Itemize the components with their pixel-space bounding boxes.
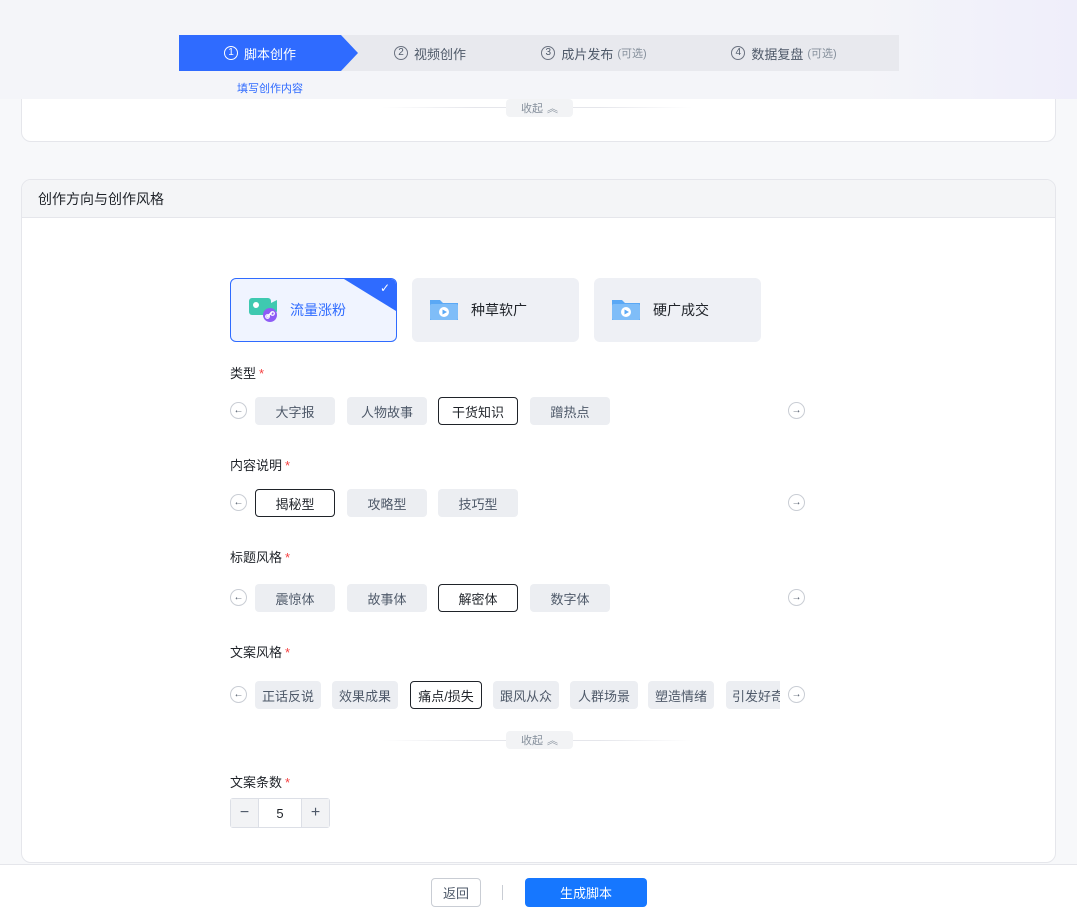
folder-play-icon xyxy=(429,296,459,325)
step-number: 1 xyxy=(223,46,238,60)
copy-style-chip[interactable]: 塑造情绪 xyxy=(648,681,714,709)
arrow-left-icon[interactable]: ← xyxy=(230,494,247,511)
steps-bar: 1 脚本创作 2 视频创作 3 成片发布 (可选) 4 数据复盘 (可选) xyxy=(179,35,899,71)
arrow-left-icon[interactable]: ← xyxy=(230,402,247,419)
copy-style-chip[interactable]: 引发好奇 xyxy=(726,681,780,709)
back-button[interactable]: 返回 xyxy=(431,878,481,907)
step-optional: (可选) xyxy=(807,48,837,60)
chevron-up-icon: ︽ xyxy=(547,103,558,115)
copy-count-label: 文案条数 * xyxy=(230,775,291,790)
step-label: 数据复盘 xyxy=(751,46,804,62)
direction-traffic-card[interactable]: 流量涨粉 ✓ xyxy=(230,278,397,342)
collapse-button[interactable]: 收起 ︽ xyxy=(506,99,573,117)
folder-play-icon xyxy=(611,296,641,325)
copy-style-chip[interactable]: 跟风从众 xyxy=(493,681,559,709)
content-chip-selected[interactable]: 揭秘型 xyxy=(255,489,335,517)
minus-button[interactable]: − xyxy=(231,799,258,827)
arrow-right-icon[interactable]: → xyxy=(788,494,805,511)
direction-hardsell-card[interactable]: 硬广成交 xyxy=(594,278,761,342)
copy-style-label: 文案风格 * xyxy=(230,645,291,660)
step-label: 视频创作 xyxy=(413,46,466,62)
title-style-chip[interactable]: 故事体 xyxy=(347,584,427,612)
copy-style-strip: 正话反说 效果成果 痛点/损失 跟风从众 人群场景 塑造情绪 引发好奇 xyxy=(254,680,780,710)
check-icon: ✓ xyxy=(379,281,390,295)
step-optional: (可选) xyxy=(617,48,647,60)
arrow-left-icon[interactable]: ← xyxy=(230,686,247,703)
direction-seeding-card[interactable]: 种草软广 xyxy=(412,278,579,342)
copy-count-value[interactable]: 5 xyxy=(258,799,302,827)
title-style-chip[interactable]: 震惊体 xyxy=(255,584,335,612)
collapse-label: 收起 xyxy=(521,103,543,115)
collapse-label: 收起 xyxy=(521,735,543,747)
content-chip[interactable]: 攻略型 xyxy=(347,489,427,517)
direction-style-card: 创作方向与创作风格 流量涨粉 ✓ 种草软广 硬广成交 类型 * ← 大字报 人物… xyxy=(21,179,1056,863)
step-video[interactable]: 2 视频创作 xyxy=(341,35,499,71)
step-label: 脚本创作 xyxy=(243,46,296,62)
step-subtitle: 填写创作内容 xyxy=(237,83,303,95)
divider xyxy=(502,885,503,900)
copy-style-chip[interactable]: 正话反说 xyxy=(255,681,321,709)
direction-label: 流量涨粉 xyxy=(290,302,346,318)
title-style-label: 标题风格 * xyxy=(230,550,291,565)
type-chip[interactable]: 大字报 xyxy=(255,397,335,425)
type-chip-selected[interactable]: 干货知识 xyxy=(438,397,518,425)
section-title: 创作方向与创作风格 xyxy=(22,180,1055,218)
video-link-icon xyxy=(248,296,278,325)
arrow-right-icon[interactable]: → xyxy=(788,402,805,419)
type-chip[interactable]: 蹭热点 xyxy=(530,397,610,425)
step-number: 3 xyxy=(541,46,556,60)
step-publish[interactable]: 3 成片发布 (可选) xyxy=(499,35,689,71)
copy-style-chip[interactable]: 人群场景 xyxy=(570,681,638,709)
generate-script-button[interactable]: 生成脚本 xyxy=(525,878,647,907)
copy-style-chip-selected[interactable]: 痛点/损失 xyxy=(410,681,482,709)
arrow-left-icon[interactable]: ← xyxy=(230,589,247,606)
step-script[interactable]: 1 脚本创作 xyxy=(179,35,358,71)
content-chip[interactable]: 技巧型 xyxy=(438,489,518,517)
direction-label: 硬广成交 xyxy=(653,302,709,318)
collapse-button[interactable]: 收起 ︽ xyxy=(506,731,573,749)
steps-header: 1 脚本创作 2 视频创作 3 成片发布 (可选) 4 数据复盘 (可选) 填写… xyxy=(0,0,1077,99)
type-label: 类型 * xyxy=(230,366,265,381)
footer-bar: 返回 生成脚本 xyxy=(0,864,1077,919)
copy-count-stepper: − 5 + xyxy=(230,798,330,828)
chevron-up-icon: ︽ xyxy=(547,735,558,747)
type-chip[interactable]: 人物故事 xyxy=(347,397,427,425)
title-style-chip-selected[interactable]: 解密体 xyxy=(438,584,518,612)
step-label: 成片发布 xyxy=(561,46,614,62)
content-label: 内容说明 * xyxy=(230,458,291,473)
step-review[interactable]: 4 数据复盘 (可选) xyxy=(689,35,879,71)
title-style-chip[interactable]: 数字体 xyxy=(530,584,610,612)
plus-button[interactable]: + xyxy=(302,799,329,827)
arrow-right-icon[interactable]: → xyxy=(788,589,805,606)
arrow-right-icon[interactable]: → xyxy=(788,686,805,703)
copy-style-chip[interactable]: 效果成果 xyxy=(332,681,398,709)
step-number: 4 xyxy=(731,46,746,60)
step-number: 2 xyxy=(393,46,408,60)
direction-label: 种草软广 xyxy=(471,302,527,318)
